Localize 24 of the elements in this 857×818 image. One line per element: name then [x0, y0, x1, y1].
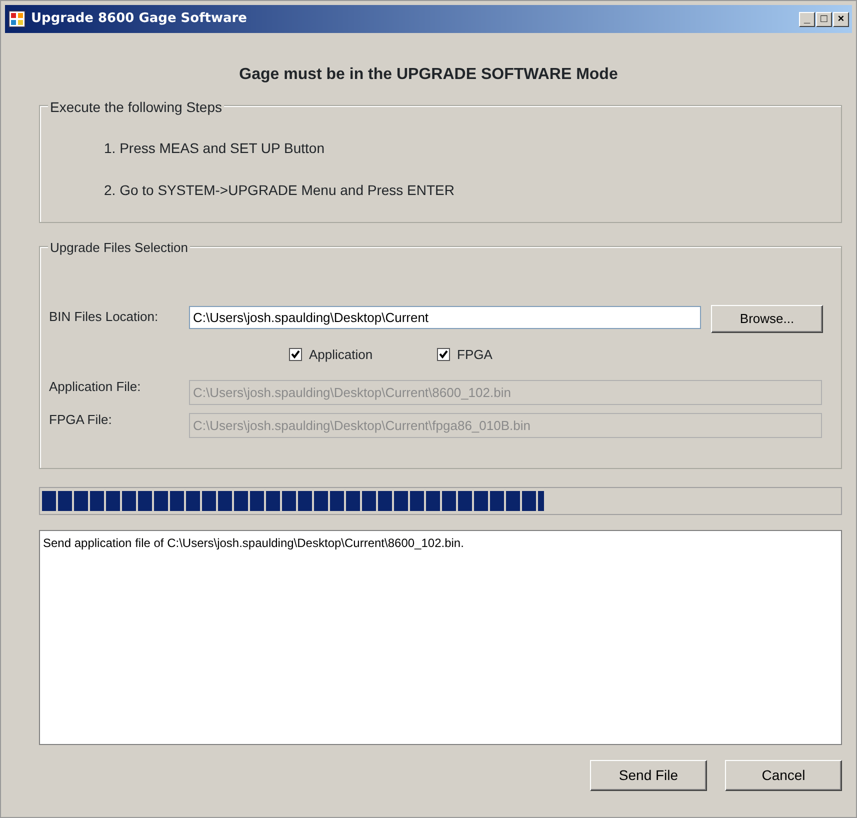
send-file-button[interactable]: Send File	[590, 760, 707, 791]
minimize-button[interactable]: _	[799, 12, 815, 26]
field-label: Application File:	[49, 378, 142, 396]
field-label: BIN Files Location:	[49, 308, 160, 326]
cancel-button[interactable]: Cancel	[725, 760, 842, 791]
window-title: Upgrade 8600 Gage Software	[31, 10, 248, 28]
step-text: 2. Go to SYSTEM->UPGRADE Menu and Press ENTER	[104, 181, 456, 200]
step-text: 1. Press MEAS and SET UP Button	[104, 139, 326, 158]
checkbox[interactable]	[437, 348, 450, 362]
maximize-button[interactable]: □	[816, 12, 832, 26]
path-field[interactable]: C:\Users\josh.spaulding\Desktop\Current	[189, 306, 701, 328]
heading: Gage must be in the UPGRADE SOFTWARE Mode	[238, 65, 619, 85]
field-label: FPGA File:	[49, 411, 113, 430]
file-field: C:\Users\josh.spaulding\Desktop\Current\fpga86_010B.bin	[189, 412, 822, 438]
app-icon	[8, 10, 26, 28]
check-icon	[439, 350, 448, 360]
checkbox[interactable]	[289, 348, 302, 362]
checkbox-label[interactable]: Application	[309, 345, 373, 364]
log-output[interactable]: Send application file of C:\Users\josh.spaulding\Desktop\Current\8600_102.bin.	[39, 530, 842, 745]
close-button[interactable]: ×	[833, 12, 849, 26]
browse-button[interactable]: Browse...	[711, 305, 823, 333]
checkbox-label[interactable]: FPGA	[457, 345, 492, 364]
check-icon	[291, 350, 300, 360]
file-field: C:\Users\josh.spaulding\Desktop\Current\8600_102.bin	[189, 380, 822, 404]
